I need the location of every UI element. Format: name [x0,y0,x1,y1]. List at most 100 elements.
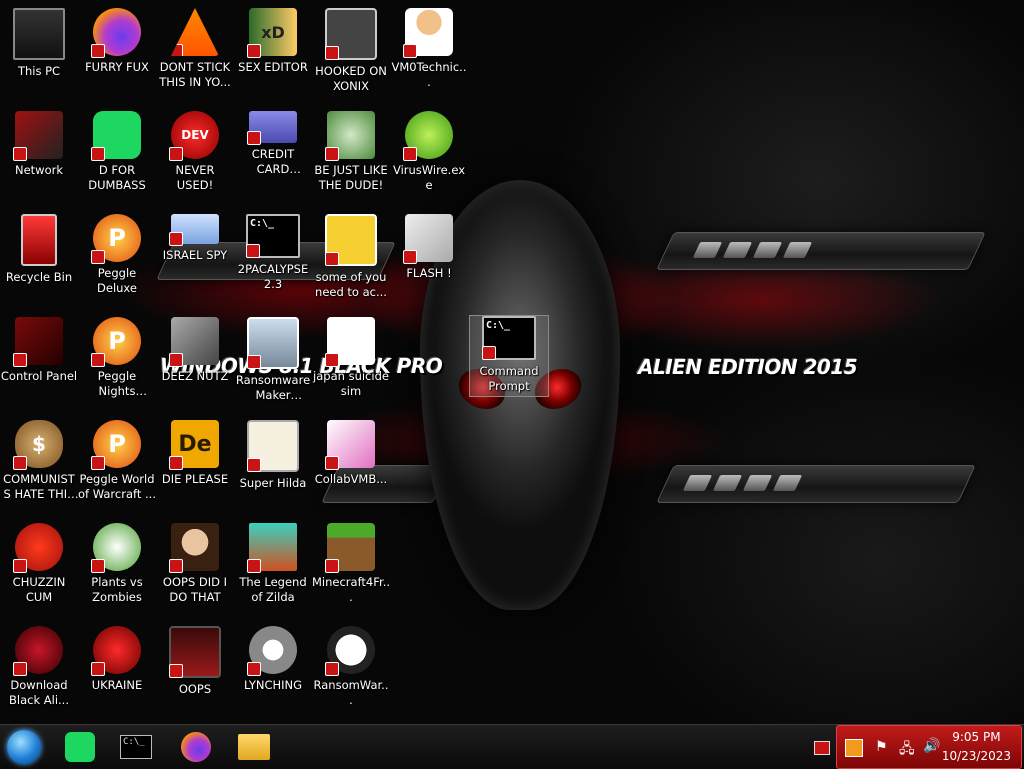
desktop-icon[interactable]: Minecraft4Fr... [312,523,390,605]
desktop-icon[interactable]: Download Black Ali... [0,626,78,708]
volume-icon[interactable]: 🔊 [923,738,940,754]
shortcut-arrow-icon [247,355,261,369]
desktop-icon[interactable]: japan suicide sim [312,317,390,399]
flash-icon [403,214,453,264]
desktop-icon[interactable]: VM0Technic... [390,8,468,90]
clock[interactable]: 9:05 PM 10/23/2023 [942,730,1011,763]
devcpp-icon: DEV [169,111,219,161]
shortcut-arrow-icon [169,664,183,678]
desktop-icon-label: DEEZ NUTZ [161,369,229,383]
desktop-icon-label: LYNCHING [243,678,303,692]
spotify-icon [65,732,95,762]
start-orb-icon [7,730,41,764]
desktop-icon-label: OOPS DID I DO THAT [162,575,228,604]
desktop-icon[interactable]: OOPS DID I DO THAT [156,523,234,605]
desktop-icon[interactable]: some of you need to ac... [312,214,390,300]
shortcut-arrow-icon [169,232,183,246]
xonix-icon [325,8,377,60]
shortcut-arrow-icon [247,662,261,676]
firefox-icon [91,8,141,58]
desktop-icon[interactable]: This PC [0,8,78,79]
desktop-icon[interactable]: LYNCHING [234,626,312,693]
desktop-icon-label: Peggle Deluxe [97,266,137,295]
desktop-icon[interactable]: CREDIT CARD CHECKER [234,111,312,177]
desktop-icon-label: The Legend of Zilda [239,575,307,604]
desktop-icon[interactable]: FURRY FUX [78,8,156,75]
desktop-icon[interactable]: Network [0,111,78,178]
desktop-icon[interactable]: Ransomware Maker Build... [234,317,312,403]
desktop-icon[interactable]: xD SEX EDITOR [234,8,312,75]
notification-icon[interactable] [845,739,863,757]
desktop-icon-label: FURRY FUX [85,60,149,74]
desktop-icon-label: DIE PLEASE [161,472,229,486]
shortcut-arrow-icon [13,559,27,573]
desktop-icon[interactable]: CHUZZIN CUM [0,523,78,605]
desktop-icon-label: japan suicide sim [313,369,389,398]
desktop-icon[interactable]: C:\_ Command Prompt [469,315,549,397]
desktop-icon[interactable]: HOOKED ON XONIX [312,8,390,94]
desktop-icon[interactable]: $COMMUNISTS HATE THIS G... [0,420,78,502]
desktop-icon[interactable]: CollabVMB... [312,420,390,487]
taskbar-terminal[interactable]: C:\_ [118,729,154,765]
plant-icon [91,523,141,573]
terminal-icon: C:\_ [120,735,152,759]
shortcut-arrow-icon [247,131,261,145]
shortcut-arrow-icon [91,456,105,470]
desktop-icon[interactable]: RansomWar... [312,626,390,708]
shortcut-arrow-icon [91,147,105,161]
flag-icon[interactable]: ⚑ [875,739,888,755]
desktop-icon[interactable]: D FOR DUMBASS [78,111,156,193]
taskbar-spotify[interactable] [62,729,98,765]
shortcut-arrow-icon [91,662,105,676]
desktop-icon[interactable]: C:\_ 2PACALYPSE 2.3 [234,214,312,292]
desktop-icon[interactable]: BE JUST LIKE THE DUDE! [312,111,390,193]
taskbar-firefox[interactable] [178,729,214,765]
desktop-icon-label: Peggle Nights Deluxe [97,369,137,398]
desktop-icon-label: CHUZZIN CUM [12,575,66,604]
desktop-icon[interactable]: DEV NEVER USED! [156,111,234,193]
desktop-icon-label: Command Prompt [479,364,539,393]
shortcut-arrow-icon [325,456,339,470]
desktop-icon[interactable]: FLASH ! [390,214,468,281]
desktop-icon-label: Network [14,163,64,177]
desktop-icon[interactable]: P Peggle Deluxe [78,214,156,296]
desktop-icon[interactable]: UKRAINE [78,626,156,693]
tray-overflow-icon[interactable] [814,741,830,755]
desktop-icon[interactable]: Super Hilda [234,420,312,491]
desktop-icon[interactable]: PPeggle Nights Deluxe [78,317,156,399]
desktop-icon[interactable]: Control Panel [0,317,78,384]
portrait-icon [169,523,219,573]
desktop-icon-label: Recycle Bin [5,270,73,284]
desktop-icon-label: Ransomware Maker Build... [235,373,311,402]
grass-block-icon [325,523,375,573]
shortcut-arrow-icon [91,353,105,367]
desktop-icon-label: SEX EDITOR [238,60,308,74]
money-bag-icon: $ [13,420,63,470]
pixel-hero-icon [247,523,297,573]
desktop-icon[interactable]: DONT STICK THIS IN YO... [156,8,234,90]
desktop-icon[interactable]: VirusWire.exe [390,111,468,193]
desktop-icon-label: Download Black Ali... [9,678,69,707]
desktop-icon-label: Super Hilda [239,476,307,490]
start-button[interactable] [6,729,42,765]
file-explorer-icon [238,734,270,760]
shortcut-arrow-icon [169,147,183,161]
shortcut-arrow-icon [247,44,261,58]
desktop-icon[interactable]: ISRAEL SPY [156,214,234,263]
desktop-icon[interactable]: De DIE PLEASE [156,420,234,487]
desktop-icon-label: FLASH ! [406,266,452,280]
desktop-icon-label: HOOKED ON XONIX [315,64,387,93]
desktop-icon[interactable]: Recycle Bin [0,214,78,285]
shortcut-arrow-icon [325,353,339,367]
shortcut-arrow-icon [91,250,105,264]
desktop-icon[interactable]: OOPS [156,626,234,697]
taskbar-file-explorer[interactable] [236,729,272,765]
credit-card-icon [247,111,297,145]
desktop-icon[interactable]: Plants vs Zombies [78,523,156,605]
collabvm-icon [325,420,375,470]
desktop[interactable]: WINDOWS 8.1 BLACK PRO ALIEN EDITION 2015… [0,0,1024,724]
desktop-icon[interactable]: P Peggle World of Warcraft ... [78,420,156,502]
network-status-icon[interactable]: 🖧 [899,738,915,762]
desktop-icon[interactable]: The Legend of Zilda [234,523,312,605]
desktop-icon[interactable]: DEEZ NUTZ [156,317,234,384]
